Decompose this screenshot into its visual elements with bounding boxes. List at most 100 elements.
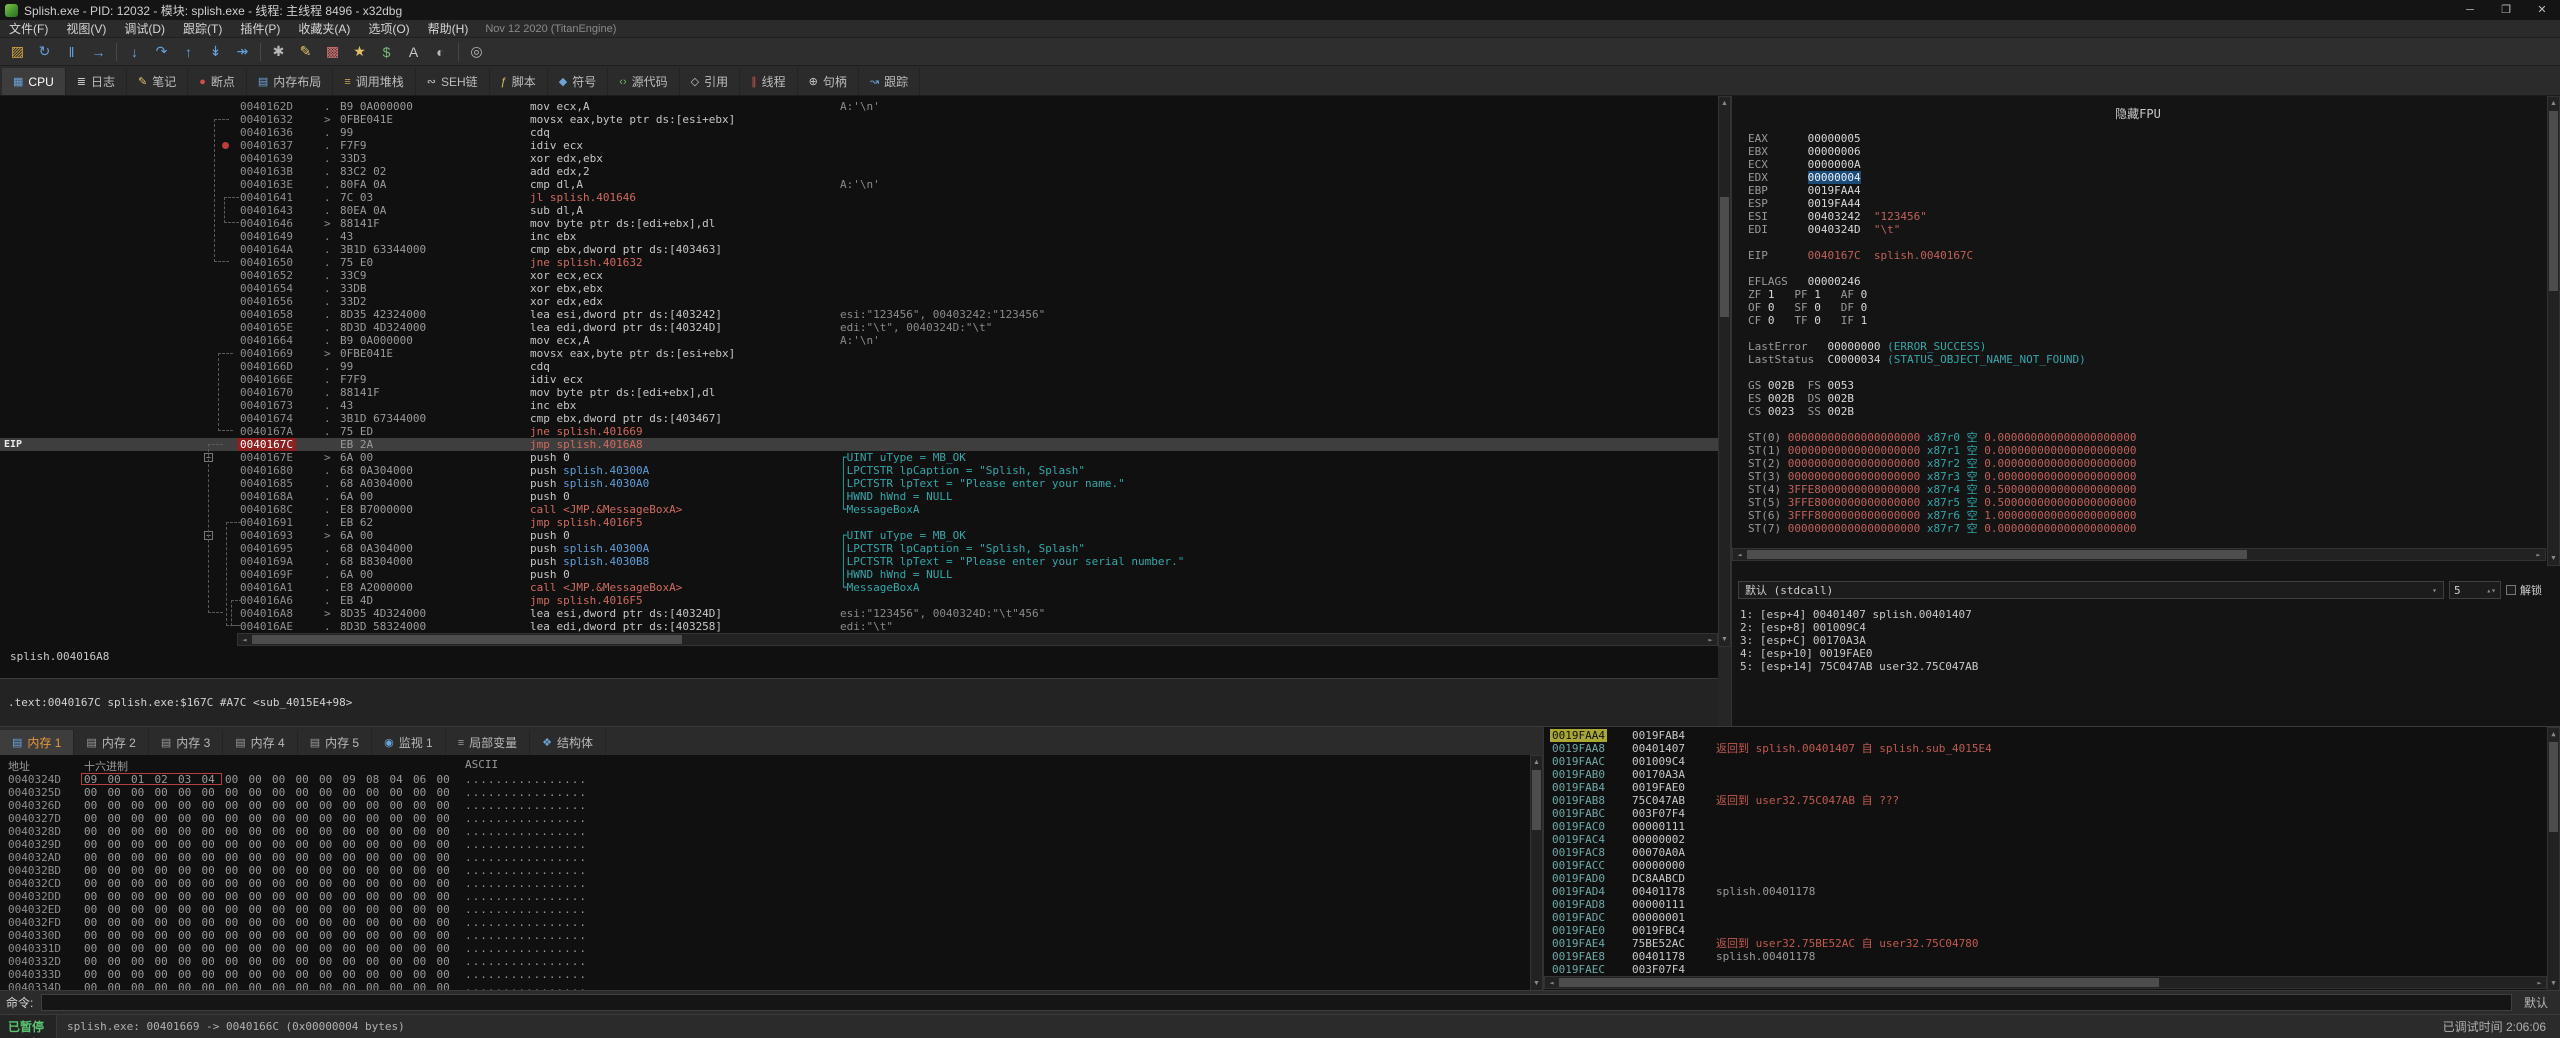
settings-gear-icon[interactable]: ✱ — [265, 40, 292, 64]
dump-row[interactable]: 0040326D 00 00 00 00 00 00 00 00 00 00 00 00 00 00 00 00… — [0, 799, 1528, 812]
tab-symbols[interactable]: ◆ 符号 — [548, 68, 609, 95]
argument-row[interactable]: 5: [esp+14] 75C047AB user32.75C047AB — [1740, 660, 2548, 673]
stack-row[interactable]: 0019FAB8 75C047AB 返回到 user32.75C047AB 自 ??… — [1544, 794, 2560, 807]
execute-till-return-icon[interactable]: ↑ — [175, 40, 202, 64]
disasm-row[interactable]: 004016A8 >8D35 4D324000 lea esi,dword ptr … — [0, 607, 1718, 620]
trace-over-icon[interactable]: ↠ — [229, 40, 256, 64]
register-row[interactable]: ST(4) 3FFE8000000000000000 x87r4 空 0.500… — [1748, 483, 2137, 496]
disasm-row[interactable]: 0040169F. 6A 00 push 0 │HWND hWnd = NULL — [0, 568, 1718, 581]
register-row[interactable]: EFLAGS 00000246 — [1748, 275, 2137, 288]
spinner-arrows-icon[interactable]: ▴▾ — [2486, 586, 2496, 595]
scroll-down-arrow[interactable]: ▼ — [1530, 977, 1543, 990]
dump-row[interactable]: 0040333D 00 00 00 00 00 00 00 00 00 00 00 00 00 00 00 00… — [0, 968, 1528, 981]
stack-row[interactable]: 0019FAA4 0019FAB4 — [1544, 729, 2560, 742]
scroll-right-arrow[interactable]: ► — [1704, 634, 1717, 647]
preferences-icon[interactable]: ◐ — [427, 40, 454, 64]
register-row[interactable]: ESP 0019FA44 — [1748, 197, 2137, 210]
menu-item[interactable]: 视图(V) — [57, 20, 115, 38]
scroll-thumb[interactable] — [1747, 550, 2247, 559]
patches-icon[interactable]: ▩ — [319, 40, 346, 64]
register-row[interactable]: ES 002B DS 002B — [1748, 392, 2137, 405]
tab-struct[interactable]: ❖ 结构体 — [530, 730, 607, 755]
menu-item[interactable]: 插件(P) — [231, 20, 289, 38]
register-row[interactable]: ZF 1 PF 1 AF 0 — [1748, 288, 2137, 301]
tab-seh[interactable]: ∾ SEH链 — [416, 68, 490, 95]
calling-convention-select[interactable]: 默认 (stdcall) ▾ — [1738, 581, 2444, 599]
stack-row[interactable]: 0019FAC0 00000111 — [1544, 820, 2560, 833]
register-row[interactable]: CF 0 TF 0 IF 1 — [1748, 314, 2137, 327]
stack-row[interactable]: 0019FAD8 00000111 — [1544, 898, 2560, 911]
disasm-row[interactable]: 00401673. 43 inc ebx — [0, 399, 1718, 412]
dump-row[interactable]: 0040324D 09 00 01 02 03 04 00 00 00 00 00 09 08 04 06 00… — [0, 773, 1528, 786]
registers-vscrollbar[interactable]: ▲ ▼ — [2547, 96, 2560, 566]
disasm-row[interactable]: 00401680. 68 0A304000 push splish.40300A │L… — [0, 464, 1718, 477]
tab-dump-4[interactable]: ▤ 内存 4 — [223, 730, 298, 755]
register-row[interactable] — [1748, 236, 2137, 249]
register-row[interactable]: ST(0) 00000000000000000000 x87r0 空 0.000… — [1748, 431, 2137, 444]
register-row[interactable]: ESI 00403242 "123456" — [1748, 210, 2137, 223]
stack-row[interactable]: 0019FAC8 00070A0A — [1544, 846, 2560, 859]
stack-row[interactable]: 0019FAA8 00401407 返回到 splish.00401407 自 sp… — [1544, 742, 2560, 755]
dump-row[interactable]: 0040331D 00 00 00 00 00 00 00 00 00 00 00 00 00 00 00 00… — [0, 942, 1528, 955]
register-row[interactable]: EBP 0019FAA4 — [1748, 184, 2137, 197]
disasm-row[interactable]: 004016A6. EB 4D jmp splish.4016F5 — [0, 594, 1718, 607]
dump-row[interactable]: 004032DD 00 00 00 00 00 00 00 00 00 00 00 00 00 00 00 00… — [0, 890, 1528, 903]
tab-dump-1[interactable]: ▤ 内存 1 — [0, 730, 75, 755]
disasm-row[interactable]: 00401637. F7F9 idiv ecx — [0, 139, 1718, 152]
minimize-button[interactable]: ─ — [2452, 0, 2488, 20]
stack-row[interactable]: 0019FACC 00000000 — [1544, 859, 2560, 872]
disasm-row[interactable]: 00401695. 68 0A304000 push splish.40300A │L… — [0, 542, 1718, 555]
disasm-row[interactable]: 0040163E. 80FA 0A cmp dl,A A:'\n' — [0, 178, 1718, 191]
disasm-row[interactable]: 0040164A. 3B1D 63344000 cmp ebx,dword ptr … — [0, 243, 1718, 256]
disasm-row[interactable]: 00401656. 33D2 xor edx,edx — [0, 295, 1718, 308]
disasm-hscrollbar[interactable]: ◄ ► — [237, 633, 1718, 646]
register-row[interactable]: ST(1) 00000000000000000000 x87r1 空 0.000… — [1748, 444, 2137, 457]
stack-row[interactable]: 0019FAC4 00000002 — [1544, 833, 2560, 846]
scroll-right-arrow[interactable]: ► — [2533, 977, 2546, 990]
tab-notes[interactable]: ✎ 笔记 — [127, 68, 189, 95]
tab-locals[interactable]: ≡ 局部变量 — [446, 730, 531, 755]
argument-row[interactable]: 1: [esp+4] 00401407 splish.00401407 — [1740, 608, 2548, 621]
disasm-row[interactable]: 00401670. 88141F mov byte ptr ds:[edi+ebx]… — [0, 386, 1718, 399]
tab-script[interactable]: ƒ 脚本 — [490, 68, 548, 95]
stack-row[interactable]: 0019FAD0 DC8AABCD — [1544, 872, 2560, 885]
tab-cpu[interactable]: ▦ CPU — [2, 68, 66, 95]
tab-memory-map[interactable]: ▤ 内存布局 — [247, 68, 334, 95]
argument-row[interactable]: 4: [esp+10] 0019FAE0 — [1740, 647, 2548, 660]
dump-vscrollbar[interactable]: ▲ ▼ — [1530, 755, 1543, 991]
scroll-up-arrow[interactable]: ▲ — [2547, 728, 2560, 741]
dump-row[interactable]: 004032ED 00 00 00 00 00 00 00 00 00 00 00 00 00 00 00 00… — [0, 903, 1528, 916]
stack-vscrollbar[interactable]: ▲ ▼ — [2547, 727, 2560, 991]
menu-item[interactable]: 文件(F) — [0, 20, 57, 38]
trace-into-icon[interactable]: ↡ — [202, 40, 229, 64]
register-row[interactable]: ST(2) 00000000000000000000 x87r2 空 0.000… — [1748, 457, 2137, 470]
register-row[interactable]: ST(3) 00000000000000000000 x87r3 空 0.000… — [1748, 470, 2137, 483]
font-icon[interactable]: A — [400, 40, 427, 64]
register-row[interactable]: CS 0023 SS 002B — [1748, 405, 2137, 418]
stack-row[interactable]: 0019FAD4 00401178 splish.00401178 — [1544, 885, 2560, 898]
register-row[interactable] — [1748, 418, 2137, 431]
pause-icon[interactable]: ‖ — [58, 40, 85, 64]
argument-row[interactable]: 2: [esp+8] 001009C4 — [1740, 621, 2548, 634]
scroll-thumb[interactable] — [1532, 770, 1541, 830]
disasm-row[interactable]: 00401632 >0FBE041E movsx eax,byte ptr ds:[… — [0, 113, 1718, 126]
menu-item[interactable]: 调试(D) — [115, 20, 174, 38]
maximize-button[interactable]: ❐ — [2488, 0, 2524, 20]
disasm-row[interactable]: 00401658. 8D35 42324000 lea esi,dword ptr … — [0, 308, 1718, 321]
disasm-row[interactable]: 00401649. 43 inc ebx — [0, 230, 1718, 243]
register-row[interactable] — [1748, 262, 2137, 275]
scroll-thumb[interactable] — [1559, 978, 2159, 987]
disasm-row[interactable]: 0040163B. 83C2 02 add edx,2 — [0, 165, 1718, 178]
scroll-left-arrow[interactable]: ◄ — [1545, 977, 1558, 990]
tab-threads[interactable]: ∥ 线程 — [740, 68, 798, 95]
scroll-down-arrow[interactable]: ▼ — [2547, 977, 2560, 990]
dump-row[interactable]: 0040329D 00 00 00 00 00 00 00 00 00 00 00 00 00 00 00 00… — [0, 838, 1528, 851]
close-button[interactable]: ✕ — [2524, 0, 2560, 20]
favourites-star-icon[interactable]: ★ — [346, 40, 373, 64]
scroll-up-arrow[interactable]: ▲ — [1530, 756, 1543, 769]
register-row[interactable]: ST(5) 3FFE8000000000000000 x87r5 空 0.500… — [1748, 496, 2137, 509]
register-row[interactable]: GS 002B FS 0053 — [1748, 379, 2137, 392]
disasm-row[interactable]: 00401654. 33DB xor ebx,ebx — [0, 282, 1718, 295]
tab-trace[interactable]: ↝ 跟踪 — [859, 68, 921, 95]
menu-item[interactable]: 帮助(H) — [419, 20, 478, 38]
